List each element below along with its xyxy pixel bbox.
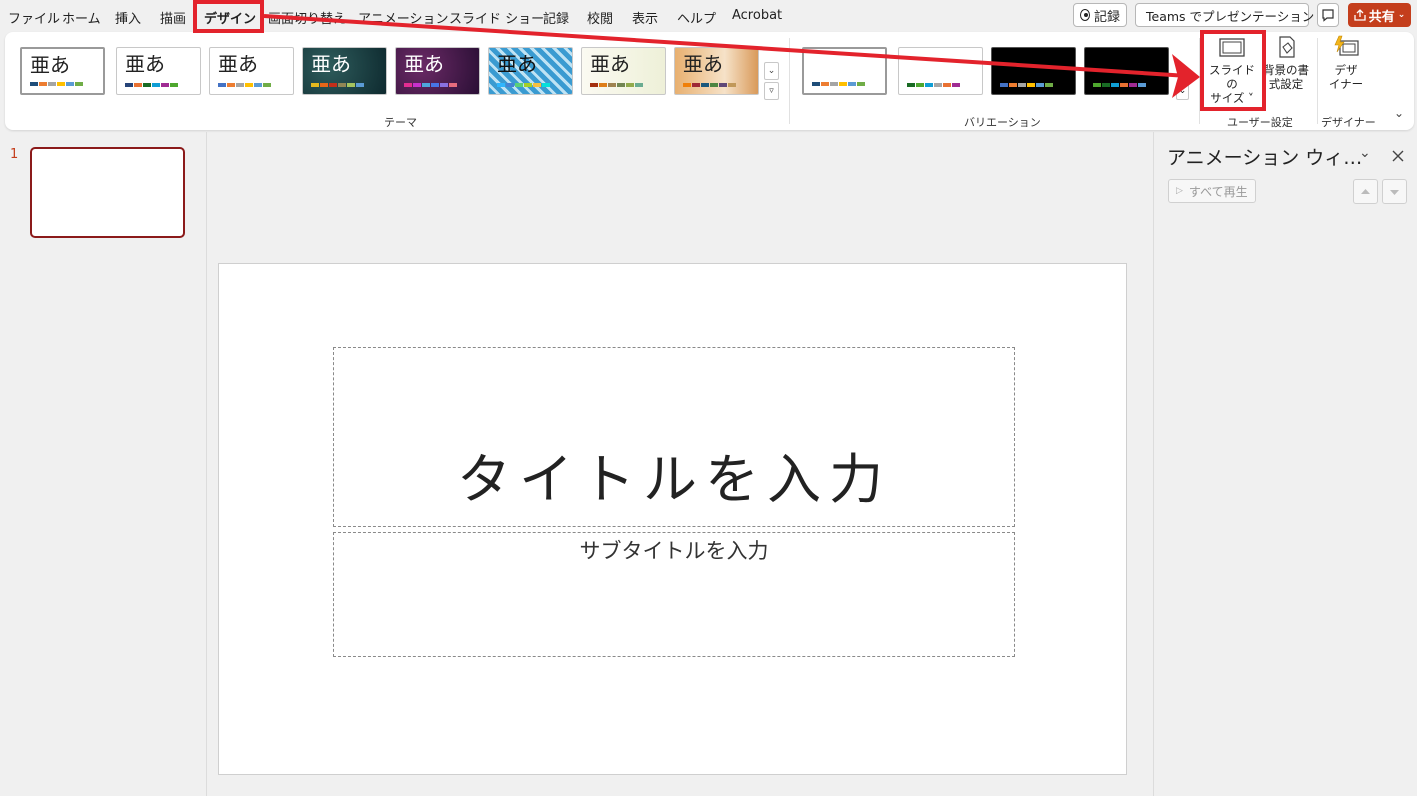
tab-review[interactable]: 校閲 (587, 8, 613, 27)
color-swatches (30, 82, 83, 86)
share-button[interactable]: 共有 ⌄ (1348, 3, 1411, 27)
play-all-button[interactable]: ▷ すべて再生 (1168, 179, 1256, 203)
theme-purple[interactable]: 亜あ (395, 47, 480, 95)
theme-2[interactable]: 亜あ (116, 47, 201, 95)
theme-cream[interactable]: 亜あ (581, 47, 666, 95)
tab-file[interactable]: ファイル (8, 8, 60, 27)
group-label-themes: テーマ (384, 116, 417, 129)
tab-record[interactable]: 記録 (543, 8, 569, 27)
slide-canvas[interactable]: タイトルを入力 サブタイトルを入力 (218, 263, 1127, 775)
tab-acrobat[interactable]: Acrobat (732, 8, 782, 23)
designer-button[interactable]: デザ イナー (1323, 34, 1369, 91)
variant-4[interactable] (1084, 47, 1169, 95)
theme-pattern[interactable]: 亜あ (488, 47, 573, 95)
subtitle-placeholder[interactable]: サブタイトルを入力 (333, 532, 1015, 657)
close-icon[interactable] (1391, 149, 1405, 163)
designer-icon (1334, 35, 1359, 56)
gallery-more-button[interactable]: ⌄ (764, 62, 779, 80)
theme-office[interactable]: 亜あ (20, 47, 105, 95)
teams-present-button[interactable]: T Teams でプレゼンテーション (1135, 3, 1314, 27)
menu-bar: ファイル ホーム 挿入 描画 デザイン 画面切り替え アニメーション スライド … (0, 0, 1417, 31)
chevron-down-icon: ⌄ (1397, 10, 1406, 20)
format-background-button[interactable]: 背景の書 式設定 (1261, 34, 1311, 91)
variant-2[interactable] (898, 47, 983, 95)
comment-icon (1322, 9, 1334, 22)
tab-animations[interactable]: アニメーション (358, 8, 448, 27)
slide-thumbnail[interactable] (30, 147, 185, 238)
record-icon (1080, 9, 1090, 21)
format-background-icon (1279, 36, 1295, 58)
group-label-designer: デザイナー (1321, 116, 1376, 129)
arrow-down-icon (1390, 190, 1399, 195)
animation-pane-title: アニメーション ウィ… (1167, 147, 1363, 169)
tab-transitions[interactable]: 画面切り替え (268, 8, 346, 27)
tab-slideshow[interactable]: スライド ショー (449, 8, 544, 27)
arrow-up-icon (1361, 189, 1370, 194)
ribbon: 亜あ 亜あ 亜あ 亜あ 亜あ 亜あ 亜あ 亜あ ⌄ ▿ テーマ ⌄ バリエーショ… (5, 32, 1414, 130)
title-placeholder[interactable]: タイトルを入力 (333, 347, 1015, 527)
slide-size-button[interactable]: スライドの サイズ ˅ (1204, 34, 1260, 105)
tab-home[interactable]: ホーム (62, 8, 101, 27)
tab-design[interactable]: デザイン (204, 8, 257, 31)
theme-teal[interactable]: 亜あ (302, 47, 387, 95)
pane-options-chevron-icon[interactable]: ⌄ (1359, 145, 1371, 161)
variant-more-button[interactable]: ⌄ (1176, 82, 1189, 100)
gallery-expand-button[interactable]: ▿ (764, 82, 779, 100)
move-down-button[interactable] (1382, 179, 1407, 204)
group-label-variations: バリエーション (964, 116, 1041, 129)
group-label-customize: ユーザー設定 (1227, 116, 1293, 129)
theme-3[interactable]: 亜あ (209, 47, 294, 95)
comments-button[interactable] (1317, 3, 1339, 27)
slide-number: 1 (10, 147, 19, 162)
tab-view[interactable]: 表示 (632, 8, 658, 27)
variant-1[interactable] (802, 47, 887, 95)
variant-3[interactable] (991, 47, 1076, 95)
share-icon (1354, 9, 1366, 21)
gallery-scroll: ⌄ ▿ (764, 62, 779, 102)
tab-help[interactable]: ヘルプ (677, 8, 716, 27)
play-icon: ▷ (1176, 186, 1183, 196)
record-button[interactable]: 記録 (1073, 3, 1127, 27)
move-up-button[interactable] (1353, 179, 1378, 204)
ribbon-collapse-icon[interactable]: ⌄ (1394, 106, 1404, 120)
theme-wood[interactable]: 亜あ (674, 47, 759, 95)
tab-insert[interactable]: 挿入 (115, 8, 141, 27)
slide-size-icon (1219, 38, 1245, 57)
tab-draw[interactable]: 描画 (160, 8, 186, 27)
